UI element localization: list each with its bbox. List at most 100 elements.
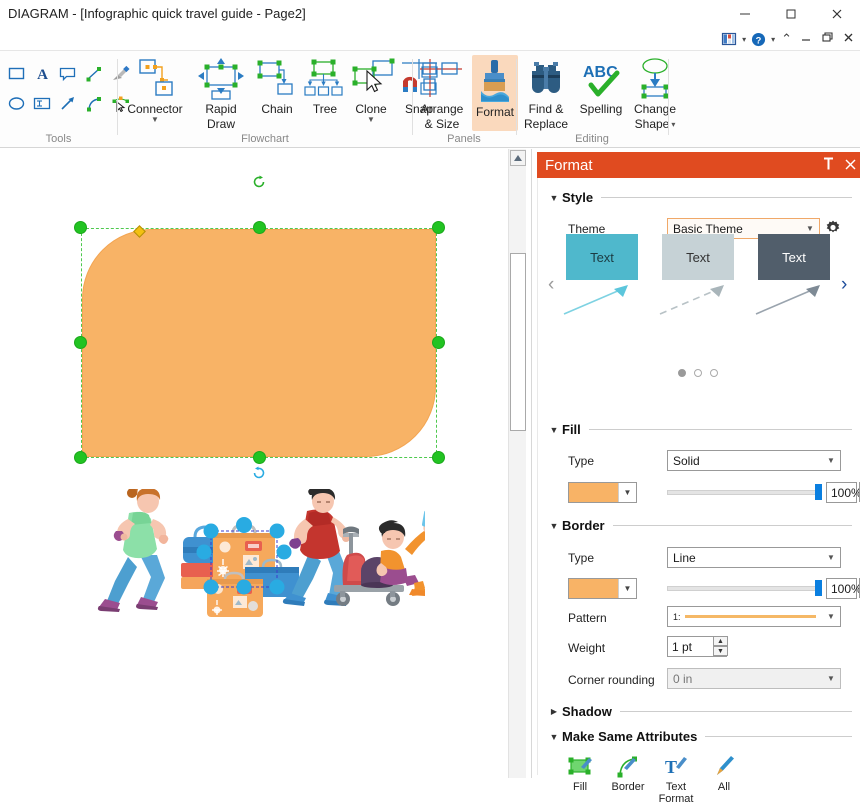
connector-button[interactable]: Connector ▼ bbox=[123, 57, 187, 124]
chevron-down-icon[interactable]: ▼ bbox=[822, 456, 840, 465]
text-tool-icon[interactable]: A bbox=[30, 59, 54, 87]
theme-page-dots[interactable] bbox=[678, 369, 718, 377]
travel-people-illustration[interactable] bbox=[85, 485, 434, 619]
scrollbar-thumb[interactable] bbox=[510, 253, 526, 431]
close-panel-icon[interactable] bbox=[839, 157, 860, 173]
corner-rounding-select[interactable]: 0 in ▼ bbox=[667, 668, 841, 689]
border-weight-decrease-button[interactable]: ▼ bbox=[713, 646, 728, 656]
resize-handle-bottom-left[interactable] bbox=[74, 451, 87, 464]
border-pattern-select[interactable]: 1: ▼ bbox=[667, 606, 841, 627]
resize-handle-middle-left[interactable] bbox=[74, 336, 87, 349]
chevron-down-icon[interactable]: ▼ bbox=[801, 224, 819, 233]
chevron-down-icon[interactable]: ▼ bbox=[822, 553, 840, 562]
border-type-select[interactable]: Line ▼ bbox=[667, 547, 841, 568]
rectangle-tool-icon[interactable] bbox=[4, 59, 28, 87]
section-shadow-header[interactable]: ▶ Shadow bbox=[546, 704, 856, 719]
scroll-up-arrow[interactable] bbox=[510, 150, 526, 166]
shadow-expand-triangle[interactable]: ▶ bbox=[546, 707, 562, 716]
ribbon-collapse-icon[interactable]: ⌃ bbox=[778, 31, 795, 47]
fill-color-picker[interactable]: ▼ bbox=[568, 482, 637, 503]
text-box-tool-icon[interactable] bbox=[30, 89, 54, 117]
section-border-header[interactable]: ▼ Border bbox=[546, 518, 856, 533]
style-expand-triangle[interactable]: ▼ bbox=[546, 193, 562, 203]
section-fill-header[interactable]: ▼ Fill bbox=[546, 422, 856, 437]
arrange-size-button[interactable]: Arrange & Size bbox=[416, 57, 468, 131]
ellipse-tool-icon[interactable] bbox=[4, 89, 28, 117]
fill-expand-triangle[interactable]: ▼ bbox=[546, 425, 562, 435]
make-same-fill-button[interactable]: Fill bbox=[556, 754, 604, 805]
border-weight-increase-button[interactable]: ▲ bbox=[713, 636, 728, 646]
border-color-picker[interactable]: ▼ bbox=[568, 578, 637, 599]
help-dropdown-caret[interactable]: ▾ bbox=[770, 35, 776, 44]
maximize-button[interactable] bbox=[768, 0, 814, 28]
spelling-button[interactable]: ABC Spelling bbox=[574, 57, 628, 116]
theme-page-dot-1[interactable] bbox=[678, 369, 686, 377]
chevron-down-icon[interactable]: ▼ bbox=[822, 674, 840, 683]
panels-dropdown-caret[interactable]: ▾ bbox=[741, 35, 747, 44]
change-shape-dropdown-caret[interactable]: ▾ bbox=[671, 121, 675, 129]
make-same-text-format-button[interactable]: T Text Format bbox=[652, 754, 700, 805]
close-button[interactable] bbox=[814, 0, 860, 28]
section-make-same-header[interactable]: ▼ Make Same Attributes bbox=[546, 729, 856, 744]
border-opacity-slider[interactable] bbox=[667, 578, 822, 599]
clone-button[interactable]: Clone ▼ bbox=[347, 57, 395, 124]
border-expand-triangle[interactable]: ▼ bbox=[546, 521, 562, 531]
connector-dropdown-caret[interactable]: ▼ bbox=[151, 116, 159, 124]
panels-toggle-icon[interactable] bbox=[719, 29, 739, 49]
drawing-canvas[interactable] bbox=[0, 149, 505, 778]
rotate-handle-bottom[interactable] bbox=[252, 466, 266, 483]
border-weight-spin-buttons[interactable]: ▲ ▼ bbox=[713, 636, 728, 657]
border-type-label: Type bbox=[568, 551, 595, 565]
make-same-all-button[interactable]: All bbox=[700, 754, 748, 805]
pin-panel-icon[interactable] bbox=[817, 157, 839, 173]
document-minimize-icon[interactable] bbox=[797, 31, 816, 47]
rapid-draw-button[interactable]: Rapid Draw bbox=[193, 57, 249, 131]
change-shape-button[interactable]: Change Shape ▾ bbox=[630, 57, 680, 131]
border-opacity-value[interactable]: 100% bbox=[826, 578, 860, 599]
fill-opacity-value[interactable]: 100% bbox=[826, 482, 860, 503]
border-opacity-thumb[interactable] bbox=[815, 580, 822, 596]
fill-opacity-slider[interactable] bbox=[667, 482, 822, 503]
find-replace-button[interactable]: Find & Replace bbox=[520, 57, 572, 131]
theme-prev-arrow[interactable]: ‹ bbox=[548, 274, 554, 296]
tree-button[interactable]: Tree bbox=[303, 57, 347, 116]
border-weight-stepper[interactable]: 1 pt ▲ ▼ bbox=[667, 636, 728, 657]
resize-handle-top-center[interactable] bbox=[253, 221, 266, 234]
fill-opacity-stepper[interactable]: 100% ▲ ▼ bbox=[826, 482, 860, 503]
rotate-handle-top[interactable] bbox=[252, 175, 266, 192]
chevron-down-icon[interactable]: ▼ bbox=[618, 483, 636, 502]
callout-tool-icon[interactable] bbox=[56, 59, 80, 87]
clone-dropdown-caret[interactable]: ▼ bbox=[367, 116, 375, 124]
resize-handle-middle-right[interactable] bbox=[432, 336, 445, 349]
resize-handle-top-right[interactable] bbox=[432, 221, 445, 234]
theme-page-dot-2[interactable] bbox=[694, 369, 702, 377]
section-style-header[interactable]: ▼ Style bbox=[546, 190, 856, 205]
chevron-down-icon[interactable]: ▼ bbox=[618, 579, 636, 598]
format-panel-button[interactable]: Format bbox=[472, 55, 518, 131]
help-icon[interactable]: ? bbox=[749, 29, 768, 49]
theme-page-dot-3[interactable] bbox=[710, 369, 718, 377]
resize-handle-bottom-center[interactable] bbox=[253, 451, 266, 464]
chain-button[interactable]: Chain bbox=[253, 57, 301, 116]
make-same-expand-triangle[interactable]: ▼ bbox=[546, 732, 562, 742]
theme-next-arrow[interactable]: › bbox=[841, 274, 847, 296]
resize-handle-bottom-right[interactable] bbox=[432, 451, 445, 464]
document-restore-icon[interactable] bbox=[818, 31, 837, 47]
border-opacity-stepper[interactable]: 100% ▲ ▼ bbox=[826, 578, 860, 599]
fill-type-select[interactable]: Solid ▼ bbox=[667, 450, 841, 471]
line-tool-icon[interactable] bbox=[82, 59, 106, 87]
curve-tool-icon[interactable] bbox=[82, 89, 106, 117]
fill-opacity-thumb[interactable] bbox=[815, 484, 822, 500]
theme-card-2[interactable]: Text bbox=[662, 234, 734, 280]
theme-card-1[interactable]: Text bbox=[566, 234, 638, 280]
rounded-rectangle-shape[interactable] bbox=[82, 229, 436, 457]
chevron-down-icon[interactable]: ▼ bbox=[822, 612, 840, 621]
document-close-icon[interactable] bbox=[839, 31, 858, 47]
selected-shape-group[interactable] bbox=[74, 175, 445, 479]
arrow-tool-icon[interactable] bbox=[56, 89, 80, 117]
make-same-border-button[interactable]: Border bbox=[604, 754, 652, 805]
minimize-button[interactable] bbox=[722, 0, 768, 28]
theme-card-3[interactable]: Text bbox=[758, 234, 830, 280]
resize-handle-top-left[interactable] bbox=[74, 221, 87, 234]
canvas-vertical-scrollbar[interactable] bbox=[508, 149, 526, 778]
